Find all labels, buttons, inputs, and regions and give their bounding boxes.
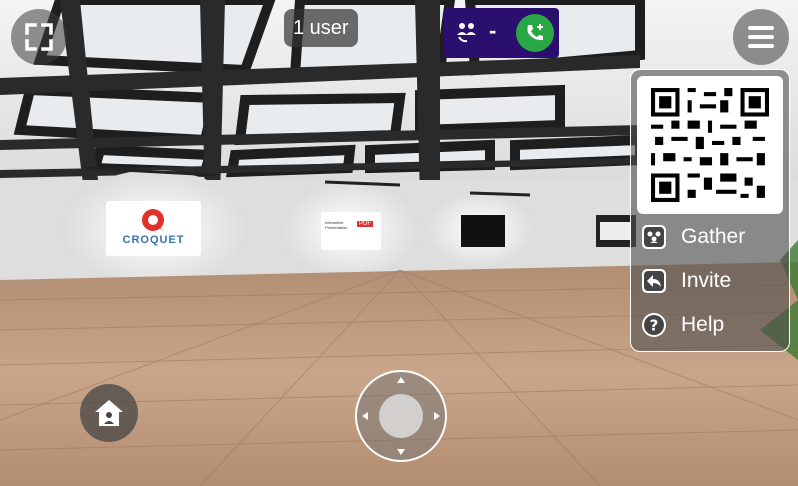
pdf-board-title: Interactive Presentation [325,220,348,230]
help-icon: ? [641,312,667,338]
menu-item-gather[interactable]: Gather [641,220,781,254]
menu-item-label: Gather [681,225,746,248]
menu-item-invite[interactable]: Invite [641,264,781,298]
main-menu-panel: Gather Invite ? Help [630,69,790,352]
pdf-presentation-board: Interactive Presentation PDF [321,212,381,250]
qr-code-icon [651,88,769,202]
croquet-logo-text: CROQUET [122,234,185,246]
pdf-badge: PDF [357,221,373,227]
movement-joystick[interactable] [355,370,447,462]
hamburger-icon [748,26,774,48]
home-button[interactable] [80,384,138,442]
voice-chat-bar[interactable]: - [444,8,559,58]
gather-icon [641,224,667,250]
phone-add-icon [527,24,543,41]
menu-item-help[interactable]: ? Help [641,308,781,342]
svg-text:?: ? [650,317,659,335]
invite-icon [641,268,667,294]
fullscreen-icon [25,23,53,51]
participants-icon [457,23,476,43]
join-call-button[interactable] [516,14,554,52]
menu-button[interactable] [733,9,789,65]
menu-item-label: Invite [681,269,732,292]
home-icon [95,400,123,426]
qr-code-box[interactable] [637,76,783,214]
fullscreen-button[interactable] [11,9,67,65]
user-count-badge: 1 user [284,9,358,47]
joystick-knob[interactable] [379,394,423,438]
croquet-logo-board [106,201,201,256]
menu-item-label: Help [681,313,725,336]
call-status-separator: - [489,18,497,43]
